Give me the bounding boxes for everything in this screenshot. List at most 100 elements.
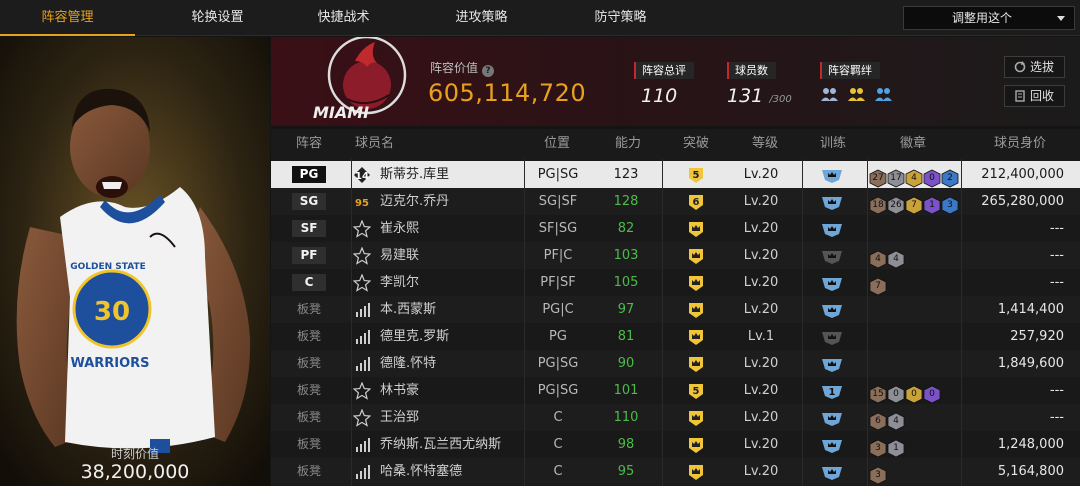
tab-defense-strategy[interactable]: 防守策略 [553,0,688,36]
badge-hexagon[interactable]: 2 [941,169,959,188]
badge-hexagon[interactable]: 4 [887,250,905,269]
table-row[interactable]: 板凳 王治郅 C 110 Lv.20 6 4 --- [271,404,1080,431]
lineup-select-dropdown[interactable]: 调整用这个 [903,6,1075,30]
training-badge[interactable] [821,167,843,183]
badge-hexagon[interactable]: 0 [887,385,905,404]
badge-hexagon[interactable]: 0 [923,169,941,188]
badge-hexagon[interactable]: 15 [869,385,887,404]
table-row[interactable]: 板凳 哈桑.怀特塞德 C 95 Lv.20 3 5,164,800 [271,458,1080,485]
player-badges[interactable]: 18 26 7 1 3 [869,192,959,215]
tab-offense-strategy[interactable]: 进攻策略 [414,0,549,36]
bench-tag: 板凳 [296,464,321,478]
player-name[interactable]: 乔纳斯.瓦兰西尤纳斯 [380,431,501,458]
col-training[interactable]: 训练 [820,129,846,159]
badge-hexagon[interactable]: 26 [887,196,905,215]
player-badges[interactable]: 7 [869,273,887,296]
table-row[interactable]: 板凳 德隆.怀特 PG|SG 90 Lv.20 1,849,600 [271,350,1080,377]
col-player-name[interactable]: 球员名 [355,129,394,159]
training-badge[interactable] [821,248,843,264]
col-lineup[interactable]: 阵容 [296,129,322,159]
col-level[interactable]: 等级 [752,129,778,159]
bond-icons[interactable] [820,86,896,106]
player-badges[interactable]: 3 [869,462,887,485]
badge-hexagon[interactable]: 4 [905,169,923,188]
training-badge[interactable] [821,410,843,426]
player-name[interactable]: 德隆.怀特 [380,350,436,377]
badge-hexagon[interactable]: 0 [923,385,941,404]
badge-hexagon[interactable]: 3 [869,466,887,485]
overall-rating: 阵容总评 110 [634,59,694,107]
training-badge[interactable] [821,356,843,372]
player-card[interactable]: 30 GOLDEN STATE WARRIORS 时刻价值 38,200,000 [0,37,270,486]
player-name[interactable]: 德里克.罗斯 [380,323,449,350]
player-name[interactable]: 林书豪 [380,377,419,404]
tab-lineup-management[interactable]: 阵容管理 [0,0,135,36]
player-badges[interactable]: 31 [869,435,905,458]
bond-group-blue-icon[interactable] [874,86,893,104]
badge-hexagon[interactable]: 1 [923,196,941,215]
player-level: Lv.20 [743,356,779,371]
player-name[interactable]: 李凯尔 [380,269,419,296]
training-badge[interactable] [821,464,843,480]
table-row[interactable]: 板凳 林书豪 PG|SG 101 5 Lv.20 1 15 0 0 0 --- [271,377,1080,404]
help-icon[interactable]: ? [482,65,495,77]
table-row[interactable]: PG 14 斯蒂芬.库里 PG|SG 123 5 Lv.20 27 17 4 0 2 212,400,0… [271,161,1080,188]
training-badge[interactable]: 1 [821,383,843,399]
bond-group-gold-icon[interactable] [847,86,866,104]
player-name[interactable]: 斯蒂芬.库里 [380,161,449,188]
player-ability: 82 [617,221,635,236]
col-position[interactable]: 位置 [544,129,570,159]
training-badge[interactable] [821,221,843,237]
badge-hexagon[interactable]: 3 [941,196,959,215]
select-button[interactable]: 选拔 [1004,56,1065,78]
badge-hexagon[interactable]: 1 [887,439,905,458]
training-badge[interactable] [821,194,843,210]
player-badges[interactable]: 64 [869,408,905,431]
signal-bars-icon [356,438,370,452]
badge-hexagon[interactable]: 27 [869,169,887,188]
player-name[interactable]: 哈桑.怀特塞德 [380,458,462,485]
badge-hexagon[interactable]: 0 [905,385,923,404]
tab-rotation-settings[interactable]: 轮换设置 [150,0,285,36]
table-row[interactable]: C 李凯尔 PF|SF 105 Lv.20 7 --- [271,269,1080,296]
player-name[interactable]: 本.西蒙斯 [380,296,436,323]
badge-hexagon[interactable]: 3 [869,439,887,458]
col-ability[interactable]: 能力 [615,129,641,159]
player-name[interactable]: 崔永熙 [380,215,419,242]
lineup-bonds: 阵容羁绊 [820,59,896,106]
table-row[interactable]: SG 95 迈克尔.乔丹 SG|SF 128 6 Lv.20 18 26 7 1 3 265,280,0… [271,188,1080,215]
player-name[interactable]: 易建联 [380,242,419,269]
col-breakthrough[interactable]: 突破 [683,129,709,159]
table-row[interactable]: SF 崔永熙 SF|SG 82 Lv.20 --- [271,215,1080,242]
player-number-badge: 95 [355,198,369,209]
lineup-slot-tag: SG [292,193,326,210]
badge-hexagon[interactable]: 4 [887,412,905,431]
training-badge[interactable] [821,329,843,345]
table-row[interactable]: 板凳 乔纳斯.瓦兰西尤纳斯 C 98 Lv.20 3 1 1,248,000 [271,431,1080,458]
training-badge[interactable] [821,437,843,453]
badge-hexagon[interactable]: 6 [869,412,887,431]
player-name[interactable]: 迈克尔.乔丹 [380,188,449,215]
tab-quick-tactics[interactable]: 快捷战术 [276,0,411,36]
player-badges[interactable]: 44 [869,246,905,269]
badge-hexagon[interactable]: 17 [887,169,905,188]
badge-hexagon[interactable]: 18 [869,196,887,215]
player-name[interactable]: 王治郅 [380,404,419,431]
training-badge[interactable] [821,302,843,318]
table-row[interactable]: PF 易建联 PF|C 103 Lv.20 4 4 --- [271,242,1080,269]
badge-hexagon[interactable]: 7 [905,196,923,215]
col-badges[interactable]: 徽章 [900,129,926,159]
team-value: 605,114,720 [428,79,587,107]
training-badge[interactable] [821,275,843,291]
player-badges[interactable]: 27 17 4 0 2 [869,165,959,188]
svg-text:14: 14 [355,171,369,182]
bond-group-icon[interactable] [820,86,839,104]
table-row[interactable]: 板凳 德里克.罗斯 PG 81 Lv.1 257,920 [271,323,1080,350]
badge-hexagon[interactable]: 4 [869,250,887,269]
badge-hexagon[interactable]: 7 [869,277,887,296]
player-badges[interactable]: 15 0 0 0 [869,381,941,404]
recycle-button[interactable]: 回收 [1004,85,1065,107]
table-row[interactable]: 板凳 本.西蒙斯 PG|C 97 Lv.20 1,414,400 [271,296,1080,323]
player-worth: --- [1049,383,1064,398]
col-player-worth[interactable]: 球员身价 [994,129,1046,159]
